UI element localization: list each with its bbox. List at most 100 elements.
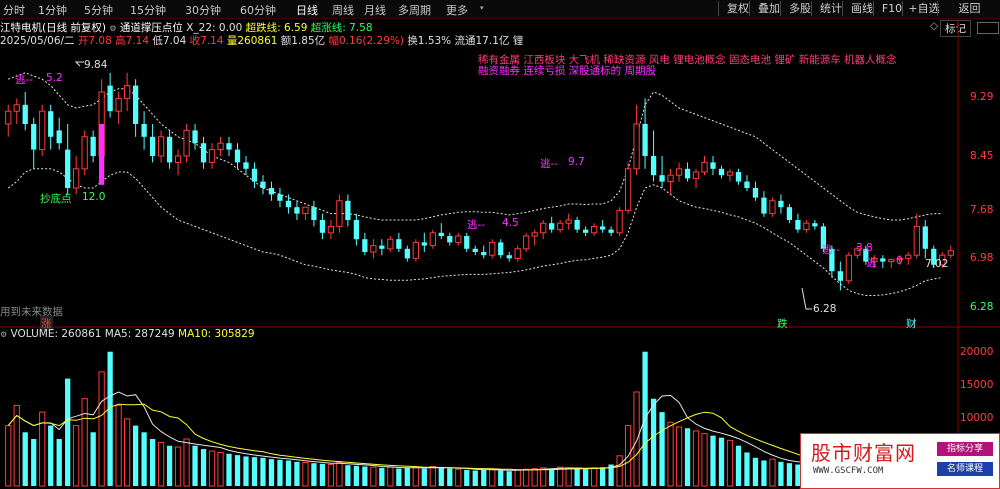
candle-body [447, 236, 453, 243]
volume-bar [590, 467, 598, 487]
volume-bar [379, 467, 385, 486]
candle-body [778, 200, 784, 208]
volume-bar [132, 425, 139, 486]
volume-bar [277, 459, 283, 486]
candle [115, 92, 122, 124]
candle [362, 232, 368, 256]
volume-bar [565, 467, 572, 487]
candle [769, 197, 776, 217]
candle-body [132, 85, 139, 124]
candle-body [200, 143, 207, 163]
volume-bar [302, 462, 309, 487]
candle-body [769, 200, 776, 215]
price-axis-label: 6.28 [970, 301, 994, 313]
candle-body [701, 161, 708, 173]
candle-body [115, 97, 122, 112]
volume-bar [157, 441, 165, 487]
candle [472, 245, 478, 256]
volume-bar [200, 449, 207, 486]
volume-bar [498, 470, 504, 486]
candle [353, 213, 360, 246]
candle [370, 239, 377, 259]
volume-bar [481, 469, 487, 486]
candle [455, 232, 462, 246]
candle [31, 117, 37, 169]
candle-body [718, 168, 725, 176]
candle [192, 124, 198, 150]
watermark-tag-course: 名师课程 [937, 462, 993, 476]
low-price-label: 6.28 [813, 303, 837, 315]
volume-bar [616, 455, 623, 487]
volume-bar [396, 468, 402, 486]
volume-bar [327, 464, 335, 487]
candle-body [39, 110, 46, 151]
candle [633, 104, 640, 176]
candle [174, 149, 182, 176]
volume-bar [336, 462, 343, 487]
candle-body [243, 162, 249, 169]
candle [692, 168, 700, 188]
candle-body [429, 232, 436, 247]
candle [149, 124, 156, 163]
candle [123, 72, 131, 112]
candle-body [319, 220, 326, 233]
candle-body [659, 175, 665, 182]
candle [880, 255, 886, 268]
candle-body [574, 220, 580, 230]
candle-body [514, 248, 521, 259]
candle [81, 130, 88, 176]
candle-body [549, 223, 555, 230]
candle-body [285, 200, 292, 208]
candle-body [412, 241, 419, 259]
candle [590, 223, 598, 236]
volume-bar [268, 459, 275, 486]
kline-chart[interactable] [0, 0, 1000, 489]
candle [396, 232, 402, 252]
candle [438, 223, 444, 240]
candle [922, 220, 928, 259]
candle-body [226, 143, 232, 150]
volume-bar [574, 468, 580, 486]
candle [608, 226, 614, 236]
candle [667, 168, 674, 195]
candle-body [107, 85, 113, 112]
candle-body [217, 142, 224, 151]
watermark-url: WWW.GSCFW.COM [813, 466, 884, 476]
candle [387, 236, 394, 252]
volume-bar [506, 471, 512, 486]
volume-bar [447, 468, 453, 486]
candle-body [22, 104, 28, 124]
candle [48, 104, 54, 150]
candle [217, 136, 224, 156]
candle [531, 229, 538, 246]
candle [132, 79, 139, 137]
volume-bar [523, 468, 530, 487]
candle-body [464, 236, 470, 249]
candle [803, 220, 810, 233]
volume-settings-icon[interactable]: ⚙ [0, 330, 7, 339]
candle [837, 261, 844, 291]
volume-bar [599, 467, 606, 486]
candle [752, 181, 759, 201]
volume-bar [464, 469, 470, 486]
candle [141, 111, 147, 150]
price-axis-label: 7.68 [970, 204, 994, 216]
volume-bar [514, 469, 521, 487]
candle [675, 162, 683, 182]
volume-bar [735, 445, 742, 486]
volume-bar [387, 466, 394, 487]
chaodi-value: 12.0 [82, 191, 106, 203]
candle [208, 143, 216, 169]
candle [294, 200, 300, 220]
escape-value-3: 9.7 [568, 156, 585, 168]
candle-body [565, 219, 572, 224]
volume-bar [90, 432, 96, 486]
escape-signal-1: 逃-- [15, 74, 34, 86]
candle-body [633, 123, 640, 170]
candle-body [294, 207, 300, 214]
candle-body [268, 188, 275, 195]
candle [5, 104, 12, 137]
volume-bar [412, 466, 419, 487]
volume-bar [455, 468, 462, 487]
candle [489, 239, 496, 259]
